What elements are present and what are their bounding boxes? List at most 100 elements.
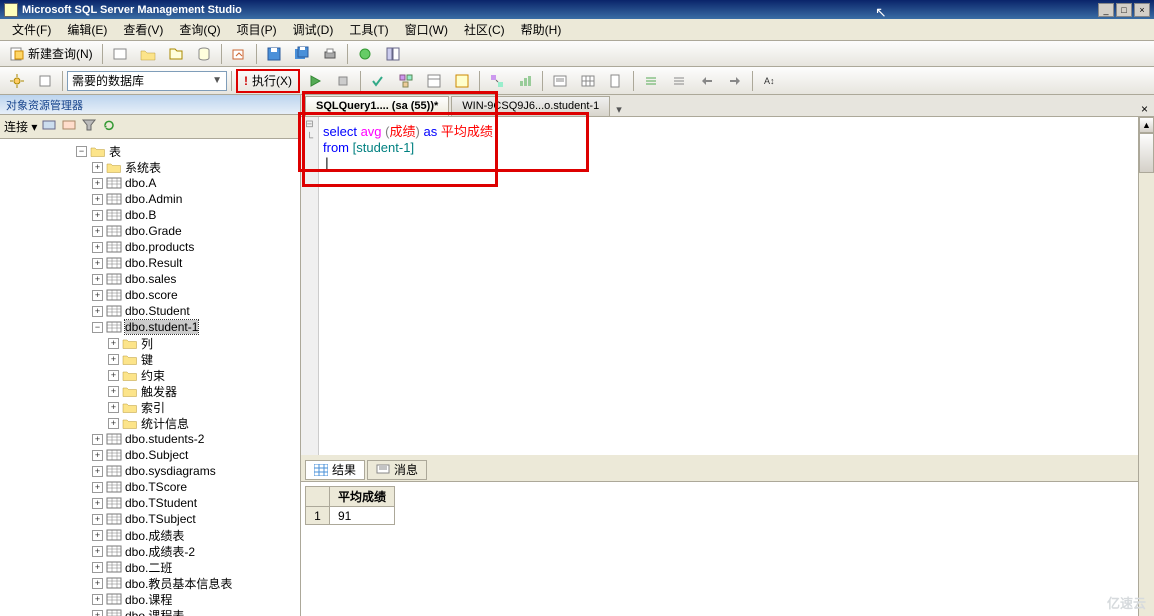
tree-node-table[interactable]: +dbo.教员基本信息表 (0, 575, 300, 591)
tab-dropdown-icon[interactable]: ▾ (616, 103, 622, 116)
tree-node-table[interactable]: +dbo.TSubject (0, 511, 300, 527)
tree-node-table[interactable]: +dbo.成绩表 (0, 527, 300, 543)
tree-node-student-1[interactable]: − dbo.student-1 (0, 319, 300, 335)
expand-icon[interactable]: + (108, 338, 119, 349)
tree-node-table[interactable]: +dbo.students-2 (0, 431, 300, 447)
tb-specify-values-button[interactable]: A↕ (757, 70, 783, 92)
messages-tab[interactable]: 消息 (367, 460, 427, 480)
expand-icon[interactable]: + (92, 450, 103, 461)
tree-node-table[interactable]: +dbo.课程表 (0, 607, 300, 616)
tb-activity-button[interactable] (352, 43, 378, 65)
tree-node-subfolder[interactable]: +索引 (0, 399, 300, 415)
expand-icon[interactable]: + (92, 274, 103, 285)
expand-icon[interactable]: + (108, 354, 119, 365)
tree-node-table[interactable]: +dbo.Admin (0, 191, 300, 207)
results-tab[interactable]: 结果 (305, 460, 365, 480)
tree-node-subfolder[interactable]: +统计信息 (0, 415, 300, 431)
table-row[interactable]: 1 91 (306, 507, 395, 525)
tb-save-all-button[interactable] (289, 43, 315, 65)
col-header[interactable]: 平均成绩 (330, 487, 395, 507)
expand-icon[interactable]: + (92, 306, 103, 317)
expand-icon[interactable]: + (92, 594, 103, 605)
tab-close-button[interactable]: × (1141, 102, 1148, 116)
tree-node-system-tables[interactable]: + 系统表 (0, 159, 300, 175)
tab-sqlquery1[interactable]: SQLQuery1.... (sa (55))* (305, 96, 449, 116)
tb-uncomment-button[interactable] (666, 70, 692, 92)
execute-button[interactable]: ! 执行(X) (236, 69, 300, 93)
tree-node-table[interactable]: +dbo.products (0, 239, 300, 255)
menu-tools[interactable]: 工具(T) (343, 19, 394, 40)
menu-edit[interactable]: 编辑(E) (61, 19, 113, 40)
menu-project[interactable]: 项目(P) (231, 19, 283, 40)
tree-node-table[interactable]: +dbo.成绩表-2 (0, 543, 300, 559)
tb-results-text-button[interactable] (547, 70, 573, 92)
scroll-thumb[interactable] (1139, 133, 1154, 173)
expand-icon[interactable]: + (92, 466, 103, 477)
menu-query[interactable]: 查询(Q) (173, 19, 226, 40)
tree[interactable]: − 表 + 系统表 +dbo.A+dbo.Admin+dbo.B+dbo.Gra… (0, 139, 300, 616)
tb-object-explorer-button[interactable] (380, 43, 406, 65)
expand-icon[interactable]: + (92, 578, 103, 589)
tb-indent-button[interactable] (694, 70, 720, 92)
tree-node-table[interactable]: +dbo.A (0, 175, 300, 191)
tree-node-table[interactable]: +dbo.Subject (0, 447, 300, 463)
expand-icon[interactable]: + (92, 562, 103, 573)
obj-tool-1[interactable] (41, 117, 57, 136)
result-table[interactable]: 平均成绩 1 91 (305, 486, 395, 525)
expand-icon[interactable]: + (92, 546, 103, 557)
expand-icon[interactable]: + (92, 210, 103, 221)
tree-node-subfolder[interactable]: +约束 (0, 367, 300, 383)
tree-node-table[interactable]: +dbo.sales (0, 271, 300, 287)
tb-open-button[interactable] (163, 43, 189, 65)
tree-node-table[interactable]: +dbo.sysdiagrams (0, 463, 300, 479)
connect-button[interactable]: 连接 ▾ (4, 118, 37, 135)
tb-stop-button[interactable] (330, 70, 356, 92)
expand-icon[interactable]: + (92, 610, 103, 616)
tb-new-project-button[interactable] (107, 43, 133, 65)
tb-change-connection-button[interactable] (32, 70, 58, 92)
obj-tool-refresh[interactable] (101, 117, 117, 136)
expand-icon[interactable]: + (108, 418, 119, 429)
menu-help[interactable]: 帮助(H) (515, 19, 568, 40)
tree-node-table[interactable]: +dbo.课程 (0, 591, 300, 607)
obj-tool-2[interactable] (61, 117, 77, 136)
tb-outdent-button[interactable] (722, 70, 748, 92)
expand-icon[interactable]: + (92, 498, 103, 509)
scroll-up-button[interactable]: ▲ (1139, 117, 1154, 133)
expand-icon[interactable]: + (92, 434, 103, 445)
expand-icon[interactable]: + (108, 402, 119, 413)
collapse-icon[interactable]: − (92, 322, 103, 333)
expand-icon[interactable]: + (108, 386, 119, 397)
tb-comment-button[interactable] (638, 70, 664, 92)
tree-node-table[interactable]: +dbo.二班 (0, 559, 300, 575)
tb-include-stats-button[interactable] (512, 70, 538, 92)
expand-icon[interactable]: + (92, 194, 103, 205)
expand-icon[interactable]: + (92, 226, 103, 237)
tb-include-plan-button[interactable] (484, 70, 510, 92)
menu-file[interactable]: 文件(F) (6, 19, 57, 40)
tree-node-table[interactable]: +dbo.TStudent (0, 495, 300, 511)
tree-node-subfolder[interactable]: +键 (0, 351, 300, 367)
expand-icon[interactable]: + (92, 162, 103, 173)
tb-parse-button[interactable] (365, 70, 391, 92)
expand-icon[interactable]: + (92, 178, 103, 189)
tree-node-subfolder[interactable]: +触发器 (0, 383, 300, 399)
expand-icon[interactable]: + (92, 514, 103, 525)
tree-node-subfolder[interactable]: +列 (0, 335, 300, 351)
expand-icon[interactable]: + (92, 482, 103, 493)
menu-debug[interactable]: 调试(D) (287, 19, 340, 40)
tb-debug-button[interactable] (302, 70, 328, 92)
sql-editor[interactable]: select avg (成绩) as 平均成绩 from [student-1]… (319, 117, 1154, 455)
tb-open-file-button[interactable] (226, 43, 252, 65)
collapse-icon[interactable]: − (76, 146, 87, 157)
tb-save-button[interactable] (261, 43, 287, 65)
tree-node-table[interactable]: +dbo.Result (0, 255, 300, 271)
tree-node-table[interactable]: +dbo.TScore (0, 479, 300, 495)
tb-results-file-button[interactable] (603, 70, 629, 92)
tree-node-tables[interactable]: − 表 (0, 143, 300, 159)
minimize-button[interactable]: _ (1098, 3, 1114, 17)
expand-icon[interactable]: + (92, 242, 103, 253)
tb-print-button[interactable] (317, 43, 343, 65)
tb-connection-button[interactable] (4, 70, 30, 92)
menu-window[interactable]: 窗口(W) (399, 19, 454, 40)
